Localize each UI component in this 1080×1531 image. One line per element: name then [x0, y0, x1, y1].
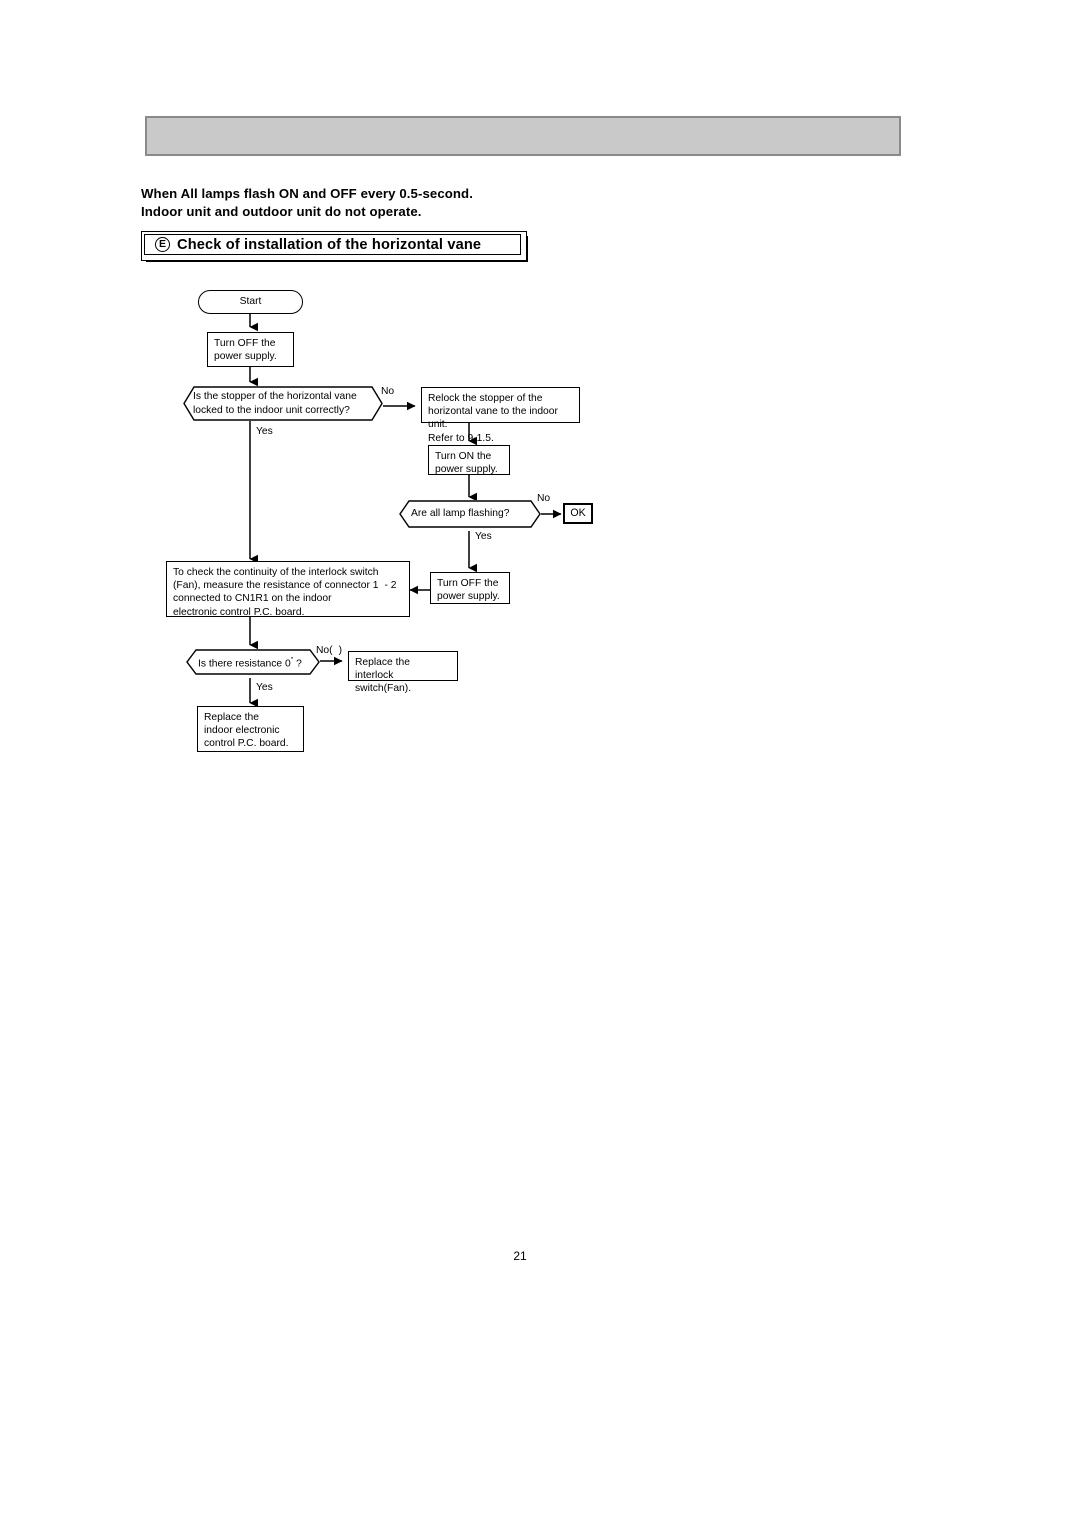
node-start: Start — [198, 290, 303, 314]
node-ok-label: OK — [570, 506, 586, 519]
node-relock-line1: Relock the stopper of the — [428, 393, 543, 404]
node-replace-switch-line1: Replace the — [355, 657, 410, 668]
node-power-off-1-line2: power supply. — [214, 351, 277, 363]
edge-label-resistance-no-b: ) — [338, 645, 343, 656]
node-check-continuity-line2: (Fan), measure the resistance of connect… — [173, 579, 403, 592]
node-relock-line2: horizontal vane to the indoor unit. — [428, 406, 558, 431]
node-check-continuity-line1: To check the continuity of the interlock… — [173, 567, 379, 578]
node-replace-pc-board: Replace the indoor electronic control P.… — [197, 706, 304, 752]
node-check-continuity-line4: electronic control P.C. board. — [173, 606, 305, 618]
edge-label-stopper-yes: Yes — [256, 426, 273, 437]
node-ok: OK — [563, 503, 593, 524]
node-decision-stopper-text: Is the stopper of the horizontal vane lo… — [193, 390, 357, 416]
edge-label-stopper-no: No — [381, 386, 395, 397]
node-decision-lamps: Are all lamp flashing? — [399, 500, 541, 528]
node-decision-stopper: Is the stopper of the horizontal vane lo… — [183, 386, 383, 421]
node-relock-line3: Refer to 9-1.5. — [428, 432, 494, 444]
flowchart-connectors — [249, 314, 562, 708]
ohm-symbol: " — [290, 656, 294, 664]
node-decision-lamps-text: Are all lamp flashing? — [411, 508, 510, 520]
node-decision-resistance: Is there resistance 0" ? — [186, 649, 320, 675]
node-check-continuity-line2-b: - 2 — [384, 580, 397, 592]
flowchart: Start Turn OFF the power supply. Is the … — [0, 0, 1080, 1531]
node-relock-stopper: Relock the stopper of the horizontal van… — [421, 387, 580, 444]
node-replace-switch-line2: interlock switch(Fan). — [355, 670, 412, 695]
node-power-on: Turn ON the power supply. — [428, 445, 510, 475]
node-power-off-2: Turn OFF the power supply. — [430, 572, 510, 604]
node-power-off-1-line1: Turn OFF the — [214, 338, 276, 349]
edge-label-lamps-yes: Yes — [475, 531, 492, 542]
node-power-off-2-line2: power supply. — [437, 591, 500, 603]
edge-label-resistance-no-a: No( — [316, 645, 333, 656]
node-replace-interlock-switch: Replace the interlock switch(Fan). — [348, 651, 458, 694]
node-start-label: Start — [239, 296, 262, 308]
edge-label-resistance-no: No() — [316, 645, 342, 657]
node-check-continuity: To check the continuity of the interlock… — [166, 561, 410, 618]
node-power-on-line1: Turn ON the — [435, 451, 492, 462]
node-power-on-line2: power supply. — [435, 464, 498, 476]
node-check-continuity-line2-a: (Fan), measure the resistance of connect… — [173, 580, 379, 592]
node-decision-stopper-line2: locked to the indoor unit correctly? — [193, 404, 350, 416]
node-replace-board-line3: control P.C. board. — [204, 738, 289, 750]
node-replace-board-line2: indoor electronic — [204, 725, 280, 737]
node-power-off-2-line1: Turn OFF the — [437, 578, 499, 589]
edge-label-resistance-yes: Yes — [256, 682, 273, 693]
edge-label-lamps-no: No — [537, 493, 551, 504]
node-decision-resistance-text: Is there resistance 0" ? — [198, 654, 302, 671]
node-decision-resistance-text-a: Is there resistance 0 — [198, 658, 291, 670]
page-number: 21 — [513, 1249, 527, 1263]
node-check-continuity-line3: connected to CN1R1 on the indoor — [173, 593, 332, 605]
node-decision-resistance-text-b: ? — [296, 658, 302, 670]
node-decision-stopper-line1: Is the stopper of the horizontal vane — [193, 391, 357, 403]
node-replace-board-line1: Replace the — [204, 712, 259, 723]
node-power-off-1: Turn OFF the power supply. — [207, 332, 294, 367]
